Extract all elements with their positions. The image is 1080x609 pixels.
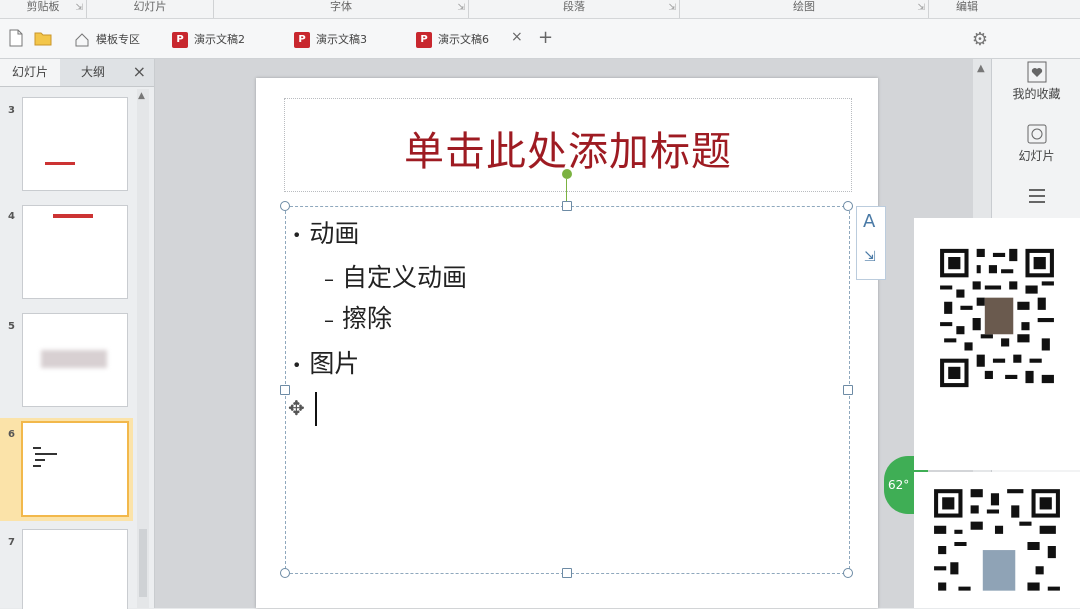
dialog-launcher-icon[interactable]: ⇲ [457, 1, 465, 15]
list-icon [1028, 189, 1045, 203]
sub-bullet-item: – 自定义动画 [324, 263, 467, 292]
resize-handle[interactable] [843, 568, 853, 578]
thumb-text-line [33, 447, 41, 449]
font-style-icon[interactable]: A [863, 211, 875, 232]
qr-code-panel [914, 472, 1080, 608]
dialog-launcher-icon[interactable]: ⇲ [75, 1, 83, 15]
qr-code-image [936, 244, 1058, 392]
slides-panel: 幻灯片 大纲 × 3 4 5 6 7 ▲ [0, 59, 155, 609]
tab-template-zone[interactable]: 模板专区 [74, 29, 140, 51]
slides-panel-scrollbar[interactable]: ▲ [137, 89, 149, 608]
text-box-quick-tools: A ⇲ [856, 206, 886, 280]
text-caret [315, 392, 317, 426]
thumb-text-line [53, 214, 93, 218]
resize-handle[interactable] [280, 385, 290, 395]
dialog-launcher-icon[interactable]: ⇲ [917, 1, 925, 15]
slide-number: 6 [8, 429, 15, 440]
slide-thumbnail-selected[interactable] [21, 421, 129, 517]
rotation-handle[interactable] [562, 169, 572, 179]
resize-handle[interactable] [562, 568, 572, 578]
format-shape-icon[interactable]: ⇲ [864, 249, 876, 265]
ribbon-group-drawing: 绘图 ⇲ [680, 0, 929, 18]
thumb-text-line [35, 453, 57, 455]
ribbon-group-slides: 幻灯片 [87, 0, 214, 18]
list-task-button[interactable] [992, 183, 1080, 209]
resize-handle[interactable] [280, 201, 290, 211]
slides-icon [1027, 124, 1046, 144]
tab-slides[interactable]: 幻灯片 [0, 59, 60, 86]
slide-thumbnail[interactable] [22, 97, 128, 191]
slide-thumbnail[interactable] [22, 529, 128, 609]
scroll-up-icon[interactable]: ▲ [977, 63, 985, 74]
bullet-item: • 动画 [292, 219, 360, 248]
bullet-dash: – [324, 308, 334, 332]
close-tab-icon[interactable]: × [511, 29, 523, 45]
slide-number: 3 [8, 105, 15, 116]
close-panel-icon[interactable]: × [133, 62, 146, 81]
open-folder-icon[interactable] [34, 29, 52, 47]
qr-code-panel [914, 218, 1080, 470]
my-favorites-button[interactable]: 我的收藏 [992, 59, 1080, 102]
slide-thumbnail[interactable] [22, 205, 128, 299]
thumb-blurred-content [41, 350, 107, 368]
slide-number: 5 [8, 321, 15, 332]
qr-code-image [930, 484, 1064, 608]
tab-presentation-2[interactable]: P 演示文稿2 [172, 29, 245, 51]
bullet-dot: • [292, 225, 302, 245]
slide-number: 4 [8, 211, 15, 222]
rotation-line [566, 179, 567, 203]
slide-editor[interactable]: 单击此处添加标题 • 动画 – 自定义动画 – 擦除 • 图片 ✥ A ⇲ [256, 78, 886, 608]
move-cursor-icon: ✥ [288, 396, 305, 420]
slide-thumbnail[interactable] [22, 313, 128, 407]
resize-handle[interactable] [843, 385, 853, 395]
ribbon-group-clipboard: 剪贴板 ⇲ [0, 0, 87, 18]
scroll-up-icon[interactable]: ▲ [138, 91, 145, 101]
resize-handle[interactable] [843, 201, 853, 211]
thumb-text-line [33, 465, 41, 467]
slides-panel-tabs: 幻灯片 大纲 × [0, 59, 154, 87]
thumb-text-line [35, 459, 45, 461]
slide-number: 7 [8, 537, 15, 548]
presentation-file-icon: P [172, 32, 188, 48]
scrollbar-thumb[interactable] [139, 529, 147, 597]
tab-presentation-3[interactable]: P 演示文稿3 [294, 29, 367, 51]
presentation-file-icon: P [416, 32, 432, 48]
bullet-dash: – [324, 267, 334, 291]
resize-handle[interactable] [280, 568, 290, 578]
sub-bullet-item: – 擦除 [324, 304, 392, 333]
heart-box-icon [1027, 61, 1046, 83]
ribbon-group-labels: 剪贴板 ⇲ 幻灯片 字体 ⇲ 段落 ⇲ 绘图 ⇲ 编辑 [0, 0, 1080, 19]
new-document-icon[interactable] [8, 29, 24, 47]
dialog-launcher-icon[interactable]: ⇲ [668, 1, 676, 15]
add-tab-icon[interactable]: + [538, 27, 553, 48]
thumb-text-line [45, 162, 75, 165]
resize-handle[interactable] [562, 201, 572, 211]
tab-outline[interactable]: 大纲 [62, 59, 124, 86]
ribbon-group-editing: 编辑 [956, 0, 978, 13]
ribbon-group-paragraph: 段落 ⇲ [469, 0, 680, 18]
bullet-item: • 图片 [292, 349, 360, 378]
tab-presentation-6[interactable]: P 演示文稿6 [416, 29, 489, 51]
presentation-file-icon: P [294, 32, 310, 48]
bullet-dot: • [292, 355, 302, 375]
home-icon [75, 33, 89, 47]
document-tab-bar: 模板专区 P 演示文稿2 P 演示文稿3 P 演示文稿6 × + ⚙ [0, 19, 1080, 59]
gear-icon[interactable]: ⚙ [972, 29, 988, 50]
ribbon-group-font: 字体 ⇲ [214, 0, 469, 18]
slides-task-button[interactable]: 幻灯片 [992, 121, 1080, 164]
